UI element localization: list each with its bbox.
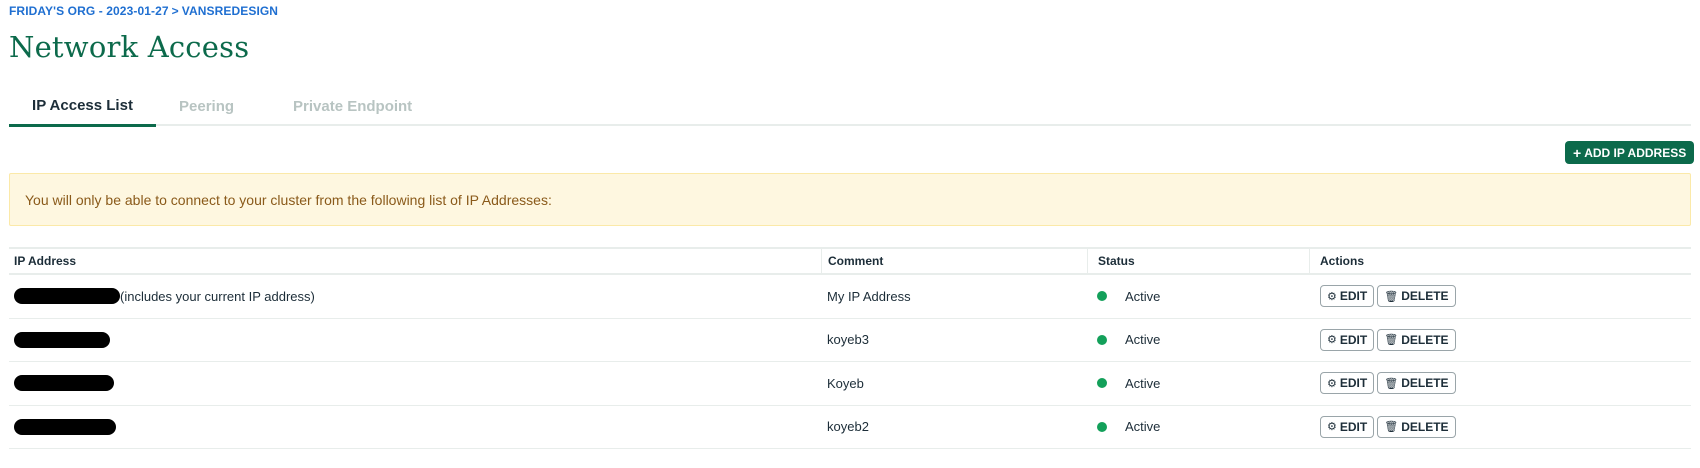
ip-access-table: IP Address Comment Status Actions (inclu… — [9, 247, 1691, 449]
ip-cell — [9, 362, 821, 405]
status-cell: Active — [1087, 275, 1309, 318]
header-actions: Actions — [1309, 249, 1691, 273]
delete-label: DELETE — [1401, 376, 1449, 391]
edit-button[interactable]: ⚙ EDIT — [1320, 328, 1375, 351]
tab-bar: IP Access List Peering Private Endpoint — [9, 86, 1691, 127]
table-row: (includes your current IP address) My IP… — [9, 275, 1691, 319]
edit-label: EDIT — [1339, 376, 1368, 391]
comment-cell: koyeb3 — [827, 332, 869, 348]
redacted-ip — [14, 331, 110, 348]
edit-label: EDIT — [1339, 419, 1368, 434]
status-text: Active — [1125, 419, 1161, 435]
edit-label: EDIT — [1339, 332, 1368, 347]
banner-text: You will only be able to connect to your… — [25, 191, 552, 208]
breadcrumb-separator: > — [171, 4, 179, 18]
delete-label: DELETE — [1401, 332, 1449, 347]
status-dot-icon — [1097, 421, 1107, 432]
status-cell: Active — [1087, 406, 1309, 449]
status-dot-icon — [1097, 334, 1107, 345]
table-row: koyeb3 Active ⚙ EDIT 🗑 DELETE — [9, 319, 1691, 362]
redacted-ip — [14, 418, 116, 435]
status-text: Active — [1125, 375, 1161, 391]
gear-icon: ⚙ — [1327, 334, 1337, 347]
plus-icon: + — [1573, 144, 1582, 161]
actions-cell: ⚙ EDIT 🗑 DELETE — [1309, 319, 1691, 362]
tab-peering[interactable]: Peering — [156, 86, 274, 126]
edit-button[interactable]: ⚙ EDIT — [1320, 415, 1375, 438]
delete-label: DELETE — [1401, 419, 1449, 434]
redacted-ip — [14, 375, 114, 392]
trash-icon: 🗑 — [1384, 334, 1399, 347]
delete-label: DELETE — [1401, 289, 1449, 304]
delete-button[interactable]: 🗑 DELETE — [1377, 328, 1456, 351]
actions-cell: ⚙ EDIT 🗑 DELETE — [1309, 362, 1691, 405]
page-title: Network Access — [9, 30, 250, 64]
gear-icon: ⚙ — [1327, 290, 1337, 303]
delete-button[interactable]: 🗑 DELETE — [1377, 372, 1456, 395]
status-cell: Active — [1087, 319, 1309, 362]
breadcrumb-org[interactable]: FRIDAY'S ORG - 2023-01-27 — [9, 4, 169, 18]
table-row: koyeb2 Active ⚙ EDIT 🗑 DELETE — [9, 406, 1691, 449]
ip-note: (includes your current IP address) — [120, 288, 315, 304]
tab-private-endpoint[interactable]: Private Endpoint — [274, 86, 412, 126]
delete-button[interactable]: 🗑 DELETE — [1377, 415, 1456, 438]
status-text: Active — [1125, 332, 1161, 348]
trash-icon: 🗑 — [1384, 421, 1399, 434]
ip-cell — [9, 406, 821, 449]
trash-icon: 🗑 — [1384, 377, 1399, 390]
gear-icon: ⚙ — [1327, 377, 1337, 390]
edit-label: EDIT — [1339, 289, 1368, 304]
status-cell: Active — [1087, 362, 1309, 405]
info-banner: You will only be able to connect to your… — [9, 173, 1691, 226]
breadcrumb: FRIDAY'S ORG - 2023-01-27 > VANSREDESIGN — [9, 4, 278, 18]
ip-cell — [9, 319, 821, 362]
tab-ip-access-list[interactable]: IP Access List — [9, 86, 156, 127]
header-status: Status — [1087, 249, 1309, 273]
header-comment: Comment — [821, 249, 1087, 273]
table-header-row: IP Address Comment Status Actions — [9, 247, 1691, 275]
breadcrumb-project[interactable]: VANSREDESIGN — [182, 4, 278, 18]
comment-cell: My IP Address — [827, 288, 911, 304]
add-ip-address-label: ADD IP ADDRESS — [1584, 145, 1687, 160]
comment-cell: Koyeb — [827, 375, 864, 391]
add-ip-address-button[interactable]: + ADD IP ADDRESS — [1565, 141, 1695, 164]
edit-button[interactable]: ⚙ EDIT — [1320, 372, 1375, 395]
actions-cell: ⚙ EDIT 🗑 DELETE — [1309, 406, 1691, 449]
status-dot-icon — [1097, 291, 1107, 302]
comment-cell: koyeb2 — [827, 419, 869, 435]
redacted-ip — [14, 288, 120, 305]
status-dot-icon — [1097, 378, 1107, 389]
table-row: Koyeb Active ⚙ EDIT 🗑 DELETE — [9, 362, 1691, 406]
gear-icon: ⚙ — [1327, 421, 1337, 434]
edit-button[interactable]: ⚙ EDIT — [1320, 285, 1375, 308]
delete-button[interactable]: 🗑 DELETE — [1377, 285, 1456, 308]
header-ip-address: IP Address — [14, 254, 77, 268]
trash-icon: 🗑 — [1384, 290, 1399, 303]
status-text: Active — [1125, 288, 1161, 304]
ip-cell: (includes your current IP address) — [9, 275, 821, 318]
actions-cell: ⚙ EDIT 🗑 DELETE — [1309, 275, 1691, 318]
